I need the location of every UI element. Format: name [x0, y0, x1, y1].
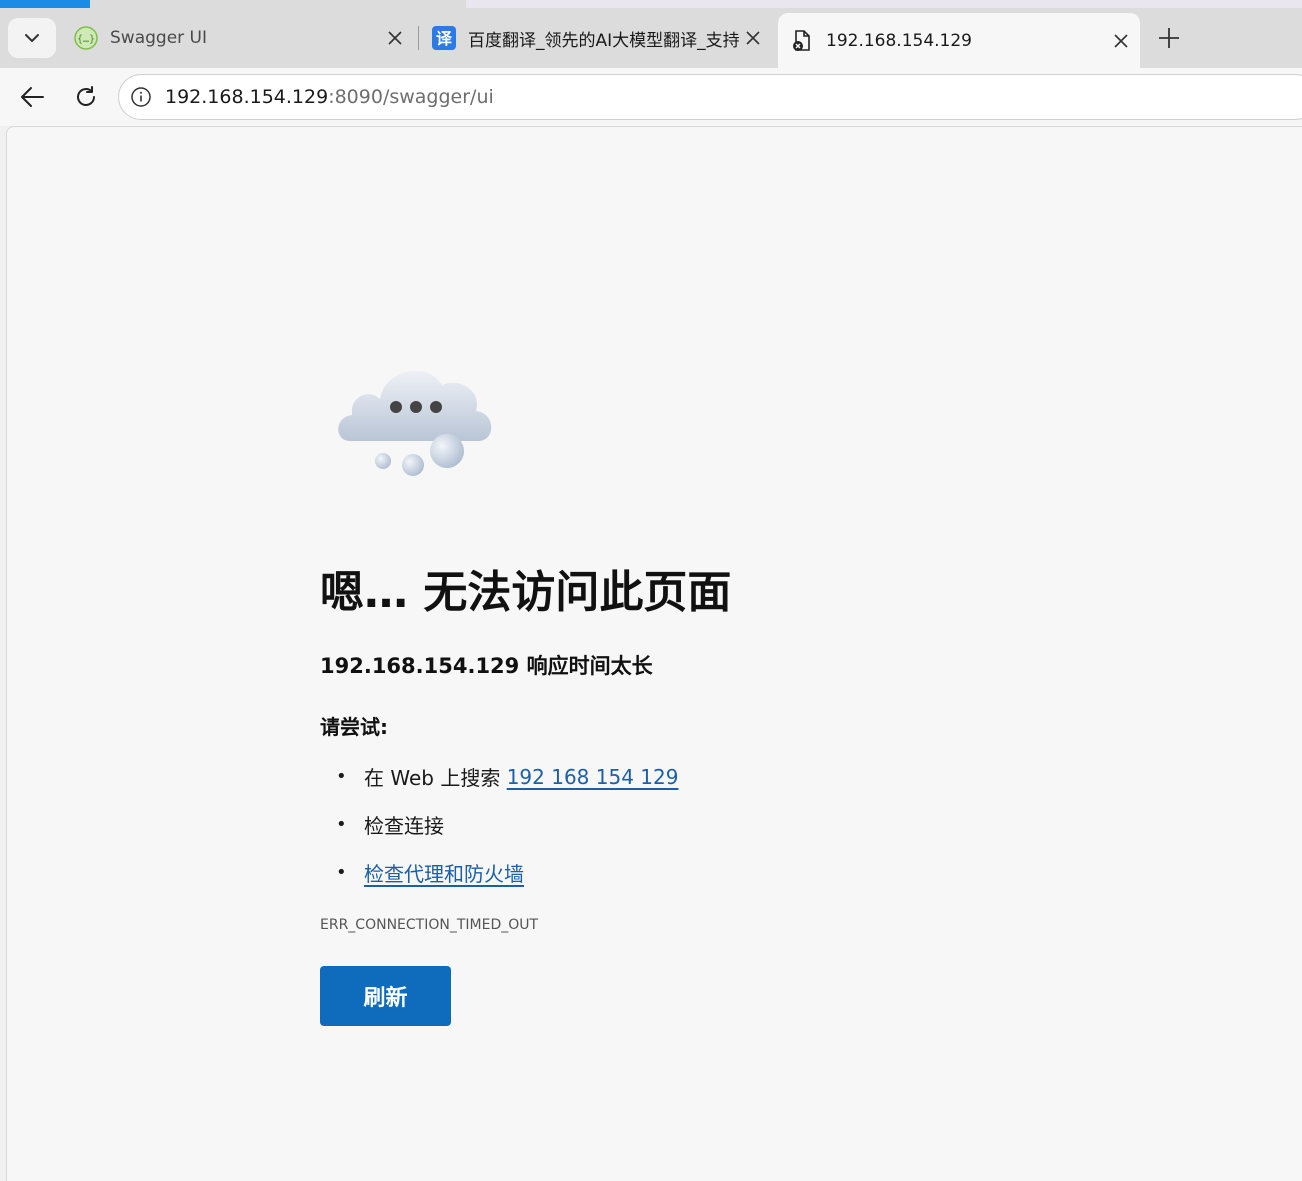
- site-info-icon[interactable]: [129, 85, 153, 109]
- tab-error-page[interactable]: 192.168.154.129: [778, 13, 1140, 68]
- tab-title: 192.168.154.129: [826, 30, 973, 51]
- cloud-icon: [338, 370, 492, 476]
- baidu-translate-icon: 译: [432, 26, 456, 50]
- error-subheading: 192.168.154.129 响应时间太长: [320, 654, 653, 678]
- swagger-icon: {…}: [74, 26, 98, 50]
- svg-text:{…}: {…}: [77, 34, 95, 45]
- refresh-button[interactable]: 刷新: [320, 966, 451, 1026]
- arrow-left-icon: [21, 87, 44, 107]
- try-label: 请尝试:: [320, 715, 388, 739]
- suggestion-check-proxy: • 检查代理和防火墙: [336, 858, 524, 887]
- address-bar[interactable]: 192.168.154.129:8090/swagger/ui: [118, 74, 1302, 120]
- tab-title: 百度翻译_领先的AI大模型翻译_支持: [468, 30, 740, 51]
- tab-actions-button[interactable]: [8, 18, 56, 58]
- plus-icon: [1159, 28, 1179, 48]
- check-proxy-link[interactable]: 检查代理和防火墙: [364, 858, 524, 887]
- back-button[interactable]: [14, 79, 50, 115]
- close-icon[interactable]: [384, 27, 406, 49]
- page-content: [6, 126, 1302, 1181]
- url-host: 192.168.154.129: [165, 86, 329, 108]
- window-strip-light: [466, 0, 1302, 8]
- tab-swagger-ui[interactable]: {…} Swagger UI: [62, 14, 414, 62]
- error-heading: 嗯… 无法访问此页面: [320, 567, 732, 618]
- close-icon[interactable]: [1110, 30, 1132, 52]
- bullet: •: [336, 862, 347, 883]
- browser-toolbar: 192.168.154.129:8090/swagger/ui: [0, 68, 1302, 126]
- check-connection-text: 检查连接: [364, 814, 444, 838]
- error-code: ERR_CONNECTION_TIMED_OUT: [320, 917, 539, 933]
- new-tab-button[interactable]: [1150, 20, 1188, 56]
- url-path: :8090/swagger/ui: [328, 86, 494, 108]
- reload-icon: [77, 86, 95, 106]
- suggestion-search: • 在 Web 上搜索 192 168 154 129: [336, 762, 678, 791]
- reload-button[interactable]: [68, 79, 104, 115]
- close-icon[interactable]: [742, 27, 764, 49]
- bullet: •: [336, 814, 347, 835]
- window-top-strip: [0, 0, 1302, 8]
- error-page-icon: [790, 29, 814, 53]
- search-web-link[interactable]: 192 168 154 129: [507, 765, 679, 789]
- tab-title: Swagger UI: [110, 28, 208, 48]
- tab-baidu-translate[interactable]: 译 百度翻译_领先的AI大模型翻译_支持: [420, 14, 772, 62]
- search-prefix: 在 Web 上搜索: [364, 766, 507, 790]
- tab-strip: {…} Swagger UI 译 百度翻译_领先的AI大模型翻译_支持 192.…: [0, 8, 1302, 68]
- chevron-down-icon: [25, 34, 39, 42]
- window-accent: [0, 0, 90, 8]
- baidu-translate-glyph: 译: [436, 29, 453, 48]
- bullet: •: [336, 766, 347, 787]
- tab-separator: [418, 26, 419, 50]
- suggestion-check-connection: • 检查连接: [336, 810, 444, 839]
- url-text[interactable]: 192.168.154.129:8090/swagger/ui: [165, 86, 494, 108]
